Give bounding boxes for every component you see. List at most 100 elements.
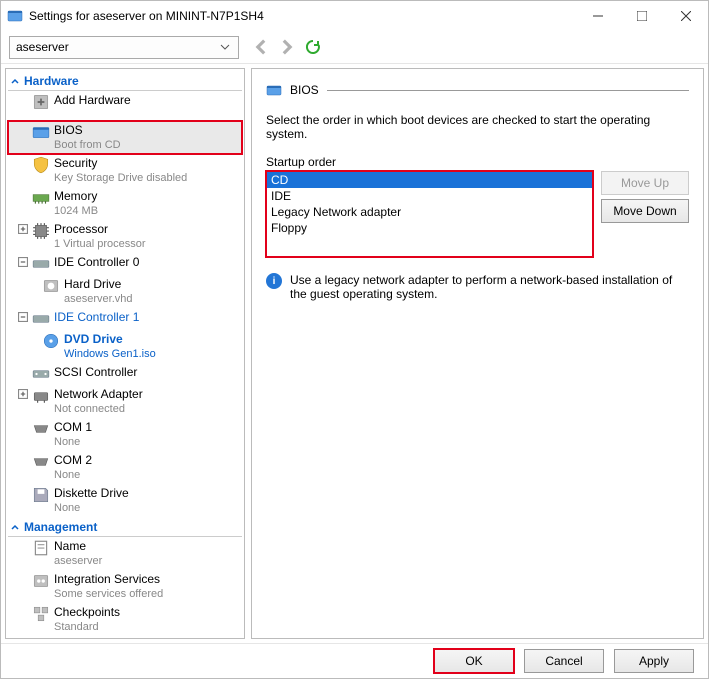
tree-name-sub: aseserver [54, 554, 102, 568]
tree-memory-sub: 1024 MB [54, 204, 98, 218]
tree-bios-label: BIOS [54, 123, 121, 138]
tree-name[interactable]: Name aseserver [8, 537, 242, 570]
minimize-button[interactable] [576, 1, 620, 31]
tree-security-sub: Key Storage Drive disabled [54, 171, 187, 185]
shield-icon [32, 156, 50, 174]
titlebar: Settings for aseserver on MININT-N7P1SH4 [1, 1, 708, 31]
com-icon [32, 420, 50, 438]
info-icon: i [266, 273, 282, 289]
section-hardware[interactable]: Hardware [8, 71, 242, 91]
dialog-footer: OK Cancel Apply [1, 643, 708, 678]
move-up-button[interactable]: Move Up [601, 171, 689, 195]
settings-tree[interactable]: Hardware Add Hardware BIOS Boot from CD … [5, 68, 245, 639]
section-hardware-label: Hardware [24, 74, 79, 88]
integration-icon [32, 572, 50, 590]
tree-ide0[interactable]: IDE Controller 0 [8, 253, 242, 275]
nav-back-button[interactable] [253, 39, 269, 55]
content: Hardware Add Hardware BIOS Boot from CD … [1, 64, 708, 643]
tree-integration-sub: Some services offered [54, 587, 163, 601]
dvd-icon [42, 332, 60, 350]
memory-icon [32, 189, 50, 207]
expand-icon [18, 224, 28, 234]
tree-dvd[interactable]: DVD Drive Windows Gen1.iso [8, 330, 242, 363]
tree-checkpoints-label: Checkpoints [54, 605, 120, 620]
app-icon [7, 8, 23, 24]
ok-button[interactable]: OK [434, 649, 514, 673]
paging-icon [32, 638, 50, 639]
harddrive-icon [42, 277, 60, 295]
tree-name-label: Name [54, 539, 102, 554]
tree-processor[interactable]: Processor 1 Virtual processor [8, 220, 242, 253]
bios-icon [32, 123, 50, 141]
section-management-label: Management [24, 520, 97, 534]
move-down-button[interactable]: Move Down [601, 199, 689, 223]
cancel-button[interactable]: Cancel [524, 649, 604, 673]
com-icon [32, 453, 50, 471]
tree-harddrive-label: Hard Drive [64, 277, 132, 292]
tree-integration[interactable]: Integration Services Some services offer… [8, 570, 242, 603]
tree-processor-sub: 1 Virtual processor [54, 237, 146, 251]
vm-dropdown-value: aseserver [16, 40, 218, 54]
checkpoints-icon [32, 605, 50, 623]
list-item[interactable]: Floppy [267, 220, 592, 236]
apply-button[interactable]: Apply [614, 649, 694, 673]
tree-memory-label: Memory [54, 189, 98, 204]
bios-icon [266, 82, 282, 98]
tree-paging[interactable]: Smart Paging File Location C:\ProgramDat… [8, 636, 242, 639]
tree-com1[interactable]: COM 1 None [8, 418, 242, 451]
close-button[interactable] [664, 1, 708, 31]
tree-paging-label: Smart Paging File Location [54, 638, 214, 639]
tree-checkpoints[interactable]: Checkpoints Standard [8, 603, 242, 636]
scsi-icon [32, 365, 50, 383]
add-hardware-icon [32, 93, 50, 111]
tree-scsi[interactable]: SCSI Controller [8, 363, 242, 385]
startup-order-list[interactable]: CD IDE Legacy Network adapter Floppy [266, 171, 593, 257]
panel-note: Use a legacy network adapter to perform … [290, 273, 679, 301]
tree-scsi-label: SCSI Controller [54, 365, 137, 380]
tree-com1-label: COM 1 [54, 420, 92, 435]
tree-integration-label: Integration Services [54, 572, 163, 587]
tree-security-label: Security [54, 156, 187, 171]
tree-com2[interactable]: COM 2 None [8, 451, 242, 484]
tree-diskette-label: Diskette Drive [54, 486, 129, 501]
vm-dropdown[interactable]: aseserver [9, 36, 239, 59]
panel-description: Select the order in which boot devices a… [266, 113, 689, 141]
expand-icon [18, 389, 28, 399]
list-item[interactable]: IDE [267, 188, 592, 204]
tree-dvd-label: DVD Drive [64, 332, 156, 347]
bios-settings-panel: BIOS Select the order in which boot devi… [251, 68, 704, 639]
tree-add-hardware-label: Add Hardware [54, 93, 131, 108]
chevron-down-icon [218, 40, 232, 54]
tree-bios-sub: Boot from CD [54, 138, 121, 152]
ide-icon [32, 255, 50, 273]
tree-checkpoints-sub: Standard [54, 620, 120, 634]
nav-forward-button[interactable] [279, 39, 295, 55]
processor-icon [32, 222, 50, 240]
maximize-button[interactable] [620, 1, 664, 31]
tree-com1-sub: None [54, 435, 92, 449]
list-item[interactable]: CD [267, 172, 592, 188]
refresh-button[interactable] [305, 39, 321, 55]
list-item[interactable]: Legacy Network adapter [267, 204, 592, 220]
tree-add-hardware[interactable]: Add Hardware [8, 91, 242, 121]
tree-ide0-label: IDE Controller 0 [54, 255, 139, 270]
panel-heading: BIOS [290, 83, 319, 97]
tree-security[interactable]: Security Key Storage Drive disabled [8, 154, 242, 187]
collapse-icon [18, 257, 28, 267]
tree-diskette[interactable]: Diskette Drive None [8, 484, 242, 517]
tree-netadapter[interactable]: Network Adapter Not connected [8, 385, 242, 418]
tree-ide1[interactable]: IDE Controller 1 [8, 308, 242, 330]
startup-order-label: Startup order [266, 155, 689, 169]
network-icon [32, 387, 50, 405]
tree-com2-sub: None [54, 468, 92, 482]
collapse-icon [18, 312, 28, 322]
window-title: Settings for aseserver on MININT-N7P1SH4 [29, 9, 576, 23]
tree-memory[interactable]: Memory 1024 MB [8, 187, 242, 220]
name-icon [32, 539, 50, 557]
caret-up-icon [10, 522, 20, 532]
tree-bios[interactable]: BIOS Boot from CD [8, 121, 242, 154]
section-management[interactable]: Management [8, 517, 242, 537]
ide-icon [32, 310, 50, 328]
tree-harddrive[interactable]: Hard Drive aseserver.vhd [8, 275, 242, 308]
tree-harddrive-sub: aseserver.vhd [64, 292, 132, 306]
